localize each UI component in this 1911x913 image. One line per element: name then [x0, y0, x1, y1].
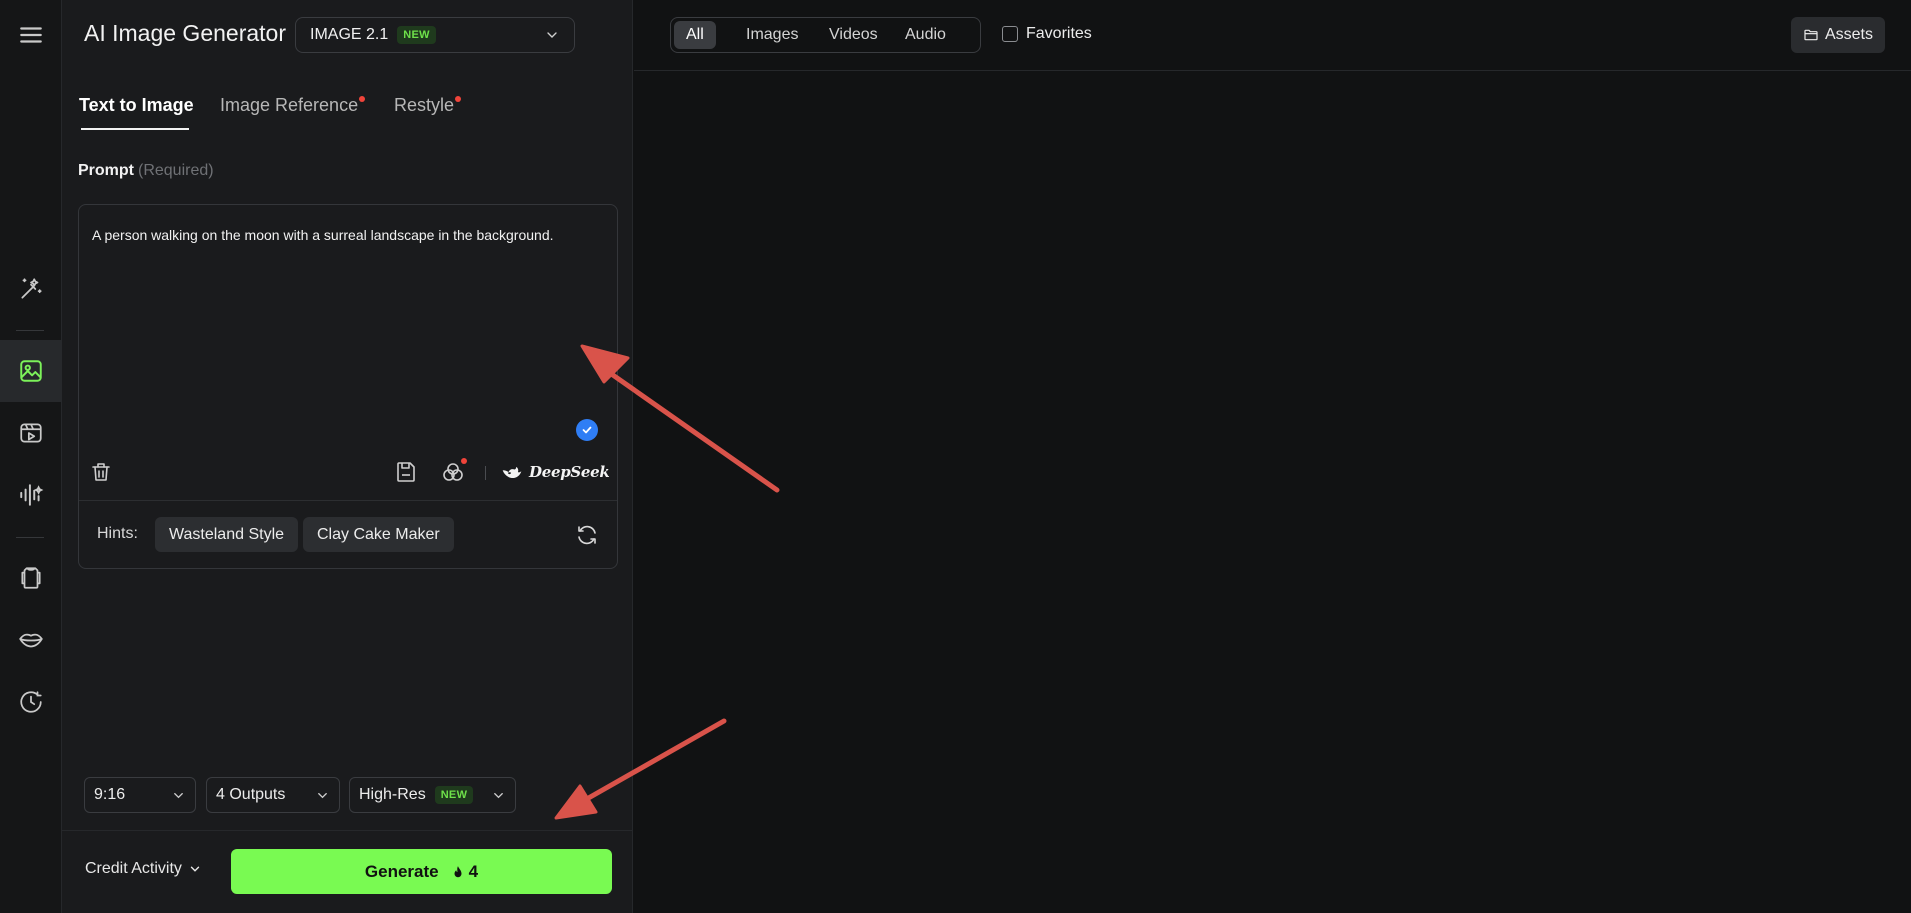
favorites-toggle[interactable]: Favorites [1002, 25, 1092, 43]
filter-audio[interactable]: Audio [893, 21, 958, 49]
tab-image-reference[interactable]: Image Reference [220, 95, 366, 116]
credit-activity-dropdown[interactable]: Credit Activity [85, 860, 202, 878]
media-filter-group: All Images Videos Audio [670, 17, 981, 53]
outputs-select[interactable]: 4 Outputs [206, 777, 340, 813]
shirt-icon[interactable] [0, 547, 62, 609]
flame-icon [454, 865, 462, 877]
panel-header: AI Image Generator IMAGE 2.1 NEW [62, 0, 633, 70]
required-note: (Required) [138, 162, 214, 179]
audio-wave-icon[interactable] [0, 464, 62, 526]
app-root: AI Image Generator IMAGE 2.1 NEW Text to… [0, 0, 1911, 913]
save-icon[interactable] [394, 460, 418, 484]
history-icon[interactable] [0, 671, 62, 733]
new-badge: NEW [434, 786, 474, 804]
favorites-checkbox[interactable] [1002, 26, 1018, 42]
filter-videos[interactable]: Videos [817, 21, 890, 49]
aspect-ratio-value: 9:16 [94, 786, 126, 803]
menu-icon[interactable] [0, 4, 62, 66]
assets-button[interactable]: Assets [1791, 17, 1885, 53]
deepseek-label: DeepSeek [529, 463, 610, 481]
filter-images[interactable]: Images [734, 21, 810, 49]
image-icon[interactable] [0, 340, 62, 402]
prompt-box[interactable]: A person walking on the moon with a surr… [78, 204, 618, 569]
filter-all[interactable]: All [674, 21, 716, 49]
generate-button[interactable]: Generate 4 [231, 849, 612, 894]
check-icon [576, 419, 598, 441]
tab-restyle[interactable]: Restyle [394, 95, 462, 116]
generator-panel: AI Image Generator IMAGE 2.1 NEW Text to… [62, 0, 633, 913]
chevron-down-icon [547, 32, 557, 38]
assets-label: Assets [1824, 26, 1873, 43]
tab-label: Image Reference [220, 95, 359, 115]
hints-divider [79, 500, 617, 501]
gallery-toolbar: All Images Videos Audio Favorites Assets [634, 0, 1911, 71]
favorites-label: Favorites [1026, 25, 1092, 42]
chevron-down-icon [494, 793, 503, 799]
icon-rail [0, 0, 62, 913]
model-name: IMAGE 2.1 [310, 26, 389, 43]
outputs-value: 4 Outputs [216, 786, 286, 803]
footer-divider [62, 830, 633, 831]
hint-chip[interactable]: Clay Cake Maker [303, 517, 454, 552]
prompt-label: Prompt (Required) [78, 162, 214, 180]
toolbar-divider [485, 466, 486, 480]
deepseek-button[interactable]: DeepSeek [501, 461, 610, 483]
magic-wand-icon[interactable] [0, 258, 62, 320]
rail-divider [16, 330, 44, 331]
chevron-down-icon [318, 793, 327, 799]
model-select[interactable]: IMAGE 2.1 NEW [295, 17, 575, 53]
chevron-down-icon [190, 866, 200, 872]
trash-icon[interactable] [89, 460, 113, 484]
folder-icon [1804, 29, 1818, 41]
notification-dot [455, 96, 462, 102]
new-badge: NEW [397, 26, 436, 44]
rail-divider [16, 537, 44, 538]
deepseek-whale-icon [502, 466, 522, 479]
tab-label: Restyle [394, 95, 455, 115]
tab-text-to-image[interactable]: Text to Image [79, 95, 194, 130]
chevron-down-icon [174, 793, 183, 799]
active-tab-underline [81, 128, 189, 130]
notification-dot [461, 458, 467, 464]
credit-activity-label: Credit Activity [85, 860, 182, 877]
quality-select[interactable]: High-Res NEW [349, 777, 516, 813]
tab-label: Text to Image [79, 95, 194, 115]
app-title: AI Image Generator [84, 20, 286, 46]
quality-value: High-Res [359, 786, 426, 803]
hint-chip[interactable]: Wasteland Style [155, 517, 299, 552]
hints-label: Hints: [97, 525, 138, 542]
style-mix-icon[interactable] [441, 458, 467, 484]
credit-cost: 4 [468, 861, 479, 881]
prompt-textarea[interactable]: A person walking on the moon with a surr… [92, 225, 602, 245]
notification-dot [359, 96, 366, 102]
aspect-ratio-select[interactable]: 9:16 [84, 777, 196, 813]
video-icon[interactable] [0, 402, 62, 464]
lips-icon[interactable] [0, 609, 62, 671]
refresh-icon[interactable] [575, 523, 599, 547]
generate-label: Generate [364, 861, 439, 881]
prompt-title: Prompt [78, 162, 134, 179]
